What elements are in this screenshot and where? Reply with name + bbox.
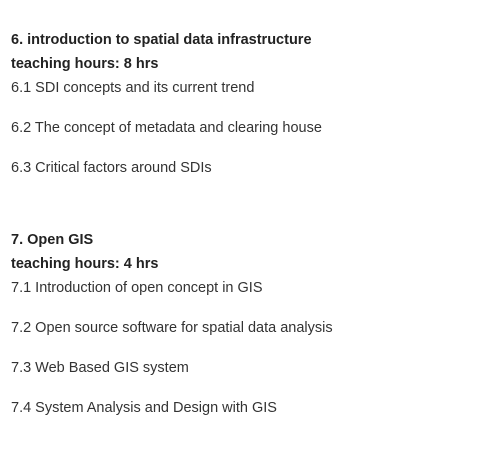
section-7-teaching-hours: teaching hours: 4 hrs xyxy=(11,256,159,272)
section-7-heading: 7. Open GIS xyxy=(11,232,94,248)
syllabus-page: 6. introduction to spatial data infrastr… xyxy=(11,0,481,454)
section-6-heading: 6. introduction to spatial data infrastr… xyxy=(11,32,312,48)
section-6-teaching-hours: teaching hours: 8 hrs xyxy=(11,56,159,72)
section-7-item-1: 7.1 Introduction of open concept in GIS xyxy=(11,280,263,296)
section-7-item-2: 7.2 Open source software for spatial dat… xyxy=(11,320,333,336)
section-6-item-3: 6.3 Critical factors around SDIs xyxy=(11,160,212,176)
section-6-item-2: 6.2 The concept of metadata and clearing… xyxy=(11,120,322,136)
section-6-item-1: 6.1 SDI concepts and its current trend xyxy=(11,80,255,96)
section-7-item-3: 7.3 Web Based GIS system xyxy=(11,360,189,376)
section-7-item-4: 7.4 System Analysis and Design with GIS xyxy=(11,400,277,416)
